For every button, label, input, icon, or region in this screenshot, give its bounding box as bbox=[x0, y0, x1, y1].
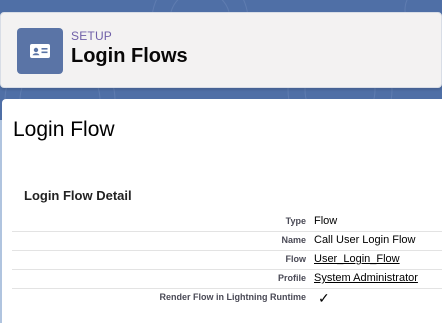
profile-link[interactable]: System Administrator bbox=[314, 272, 418, 284]
checkmark-icon: ✓ bbox=[318, 290, 330, 306]
detail-row-type: Type Flow bbox=[12, 212, 442, 232]
record-title: Login Flow bbox=[13, 118, 115, 141]
detail-row-profile: Profile System Administrator bbox=[12, 269, 442, 289]
section-title: Login Flow Detail bbox=[24, 188, 132, 203]
detail-label-flow: Flow bbox=[285, 254, 307, 264]
page-header: SETUP Login Flows bbox=[0, 12, 442, 88]
detail-row-flow: Flow User_Login_Flow bbox=[12, 250, 442, 270]
content-panel: Login Flow Login Flow Detail Type Flow N… bbox=[2, 99, 442, 323]
setup-eyebrow: SETUP bbox=[71, 29, 113, 43]
detail-value-name: Call User Login Flow bbox=[314, 234, 416, 246]
flow-link[interactable]: User_Login_Flow bbox=[314, 253, 400, 265]
detail-label-type: Type bbox=[285, 216, 306, 226]
detail-row-render-lightning: Render Flow in Lightning Runtime ✓ bbox=[12, 288, 442, 307]
contact-card-icon bbox=[17, 28, 63, 74]
detail-label-name: Name bbox=[281, 235, 306, 245]
detail-label-render-lightning: Render Flow in Lightning Runtime bbox=[159, 292, 307, 302]
page-title: Login Flows bbox=[71, 45, 188, 67]
detail-label-profile: Profile bbox=[277, 273, 306, 283]
detail-row-name: Name Call User Login Flow bbox=[12, 231, 442, 251]
detail-value-type: Flow bbox=[314, 215, 338, 227]
